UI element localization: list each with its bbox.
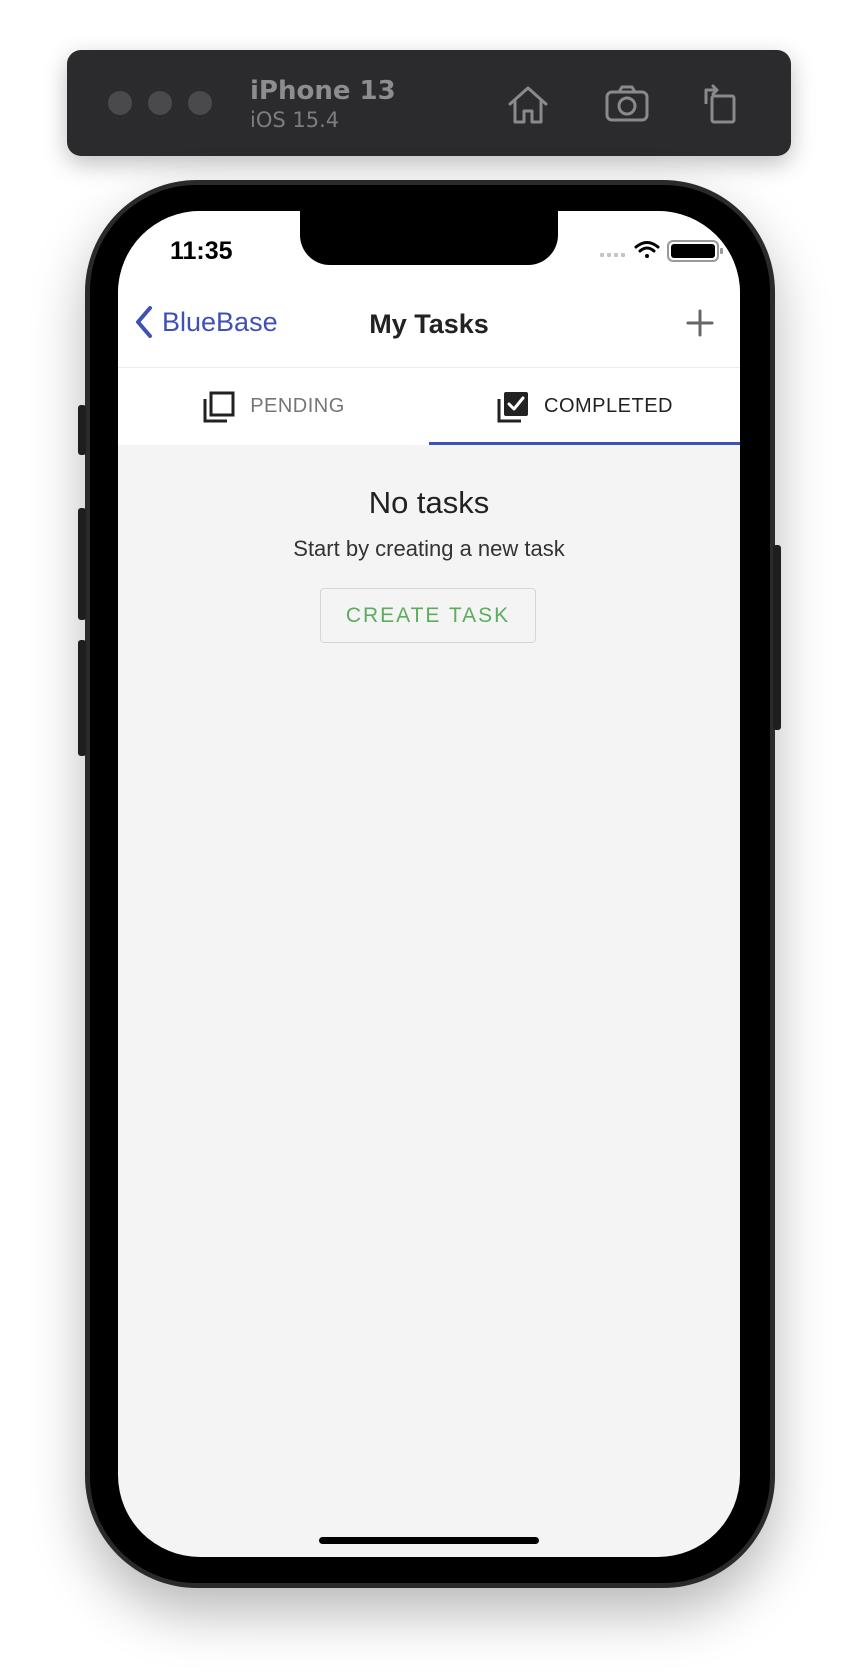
signal-icon [600,253,625,257]
battery-icon [667,240,723,262]
notch [300,211,558,265]
home-icon[interactable] [504,80,552,128]
mute-switch [78,405,86,455]
rotate-icon[interactable] [696,80,744,128]
plus-icon[interactable] [684,307,716,339]
simulator-toolbar: iPhone 13 iOS 15.4 [67,50,791,156]
navigation-bar: BlueBase My Tasks [118,283,740,368]
pending-tab-icon [203,391,235,422]
tab-completed[interactable]: COMPLETED [429,368,740,445]
volume-up-button [78,508,86,620]
tab-completed-label: COMPLETED [544,395,673,417]
phone-screen: 11:35 BlueBase My Tasks PENDING COMPLETE… [118,211,740,1557]
home-indicator [319,1537,539,1544]
zoom-window-button[interactable] [188,91,212,115]
tab-pending-label: PENDING [250,395,345,417]
status-icons [600,240,723,262]
tab-selected-indicator [429,442,740,445]
close-window-button[interactable] [108,91,132,115]
minimize-window-button[interactable] [148,91,172,115]
wifi-icon [634,241,660,258]
power-button [773,545,781,730]
os-version: iOS 15.4 [250,108,340,132]
camera-icon[interactable] [603,80,651,128]
device-name: iPhone 13 [250,76,396,106]
volume-down-button [78,640,86,756]
tab-bar: PENDING COMPLETED [118,368,740,445]
status-time: 11:35 [170,237,233,265]
completed-tab-icon [497,391,529,422]
empty-state-title: No tasks [368,485,490,520]
create-task-button[interactable]: CREATE TASK [320,588,536,643]
empty-state-subtitle: Start by creating a new task [293,536,565,561]
tab-pending[interactable]: PENDING [118,368,429,445]
page-title: My Tasks [369,309,489,339]
